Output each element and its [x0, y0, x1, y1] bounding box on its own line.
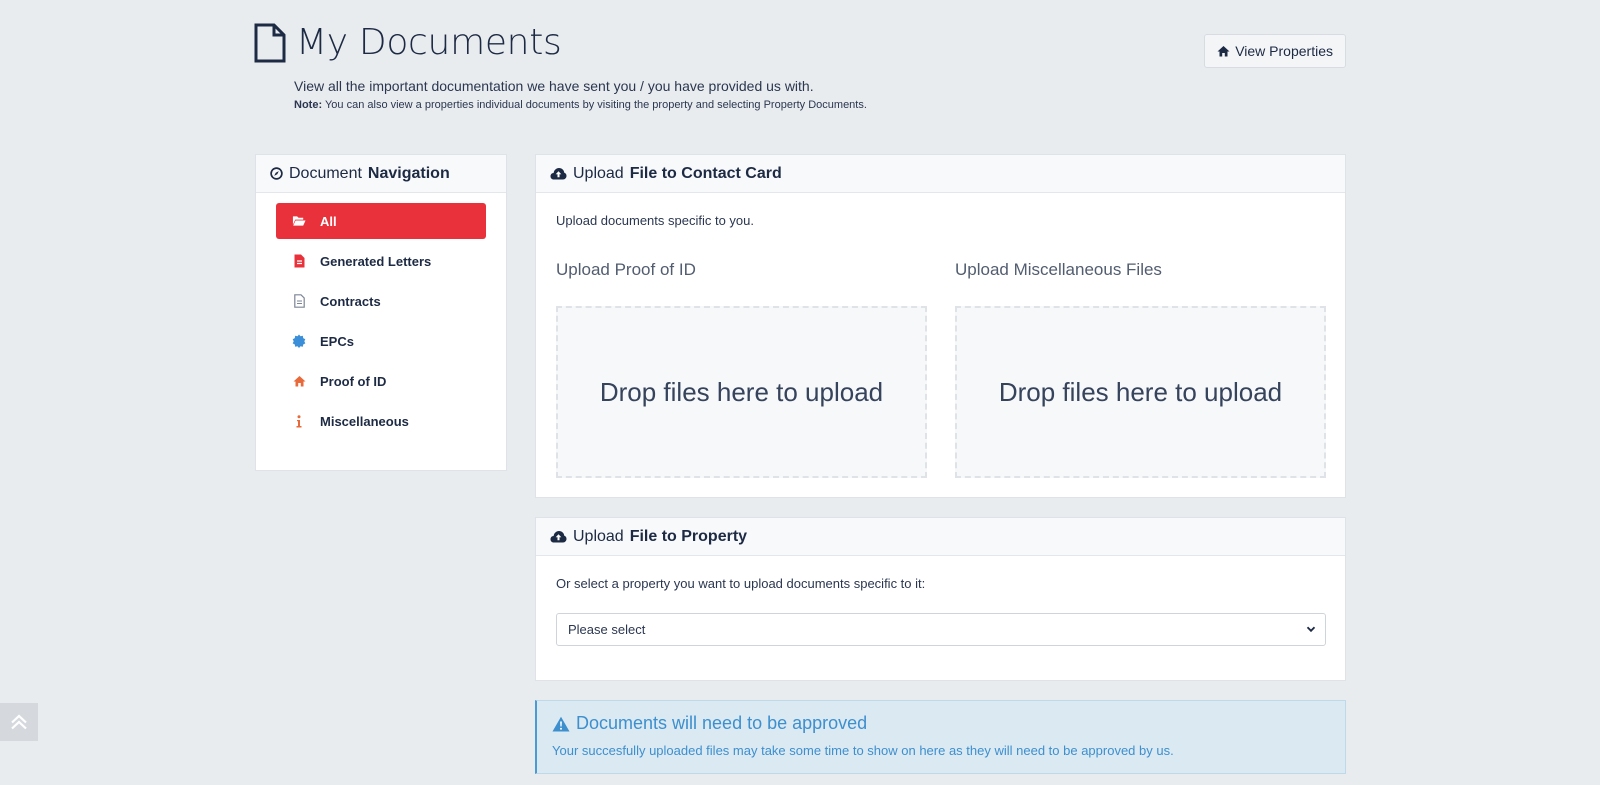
upload-contact-header: Upload File to Contact Card: [536, 155, 1345, 193]
warning-icon: [552, 716, 570, 731]
nav-item-contracts[interactable]: Contracts: [276, 283, 486, 319]
upload-property-title-light: Upload: [573, 527, 624, 545]
nav-item-label: Contracts: [320, 293, 381, 309]
nav-item-label: EPCs: [320, 333, 354, 349]
note-label: Note:: [294, 99, 323, 111]
page-title: My Documents: [296, 22, 562, 63]
document-navigation-panel: Document Navigation All Generated Letter…: [255, 154, 507, 471]
navigation-header: Document Navigation: [256, 155, 506, 193]
view-properties-label: View Properties: [1235, 43, 1333, 59]
proof-of-id-label: Upload Proof of ID: [556, 260, 696, 279]
nav-item-label: Miscellaneous: [320, 413, 409, 429]
upload-property-panel: Upload File to Property Or select a prop…: [535, 517, 1346, 681]
upload-title-bold: File to Contact Card: [629, 164, 782, 182]
upload-property-header: Upload File to Property: [536, 518, 1345, 556]
nav-item-generated-letters[interactable]: Generated Letters: [276, 243, 486, 279]
certificate-icon: [292, 334, 306, 348]
page-note: Note: You can also view a properties ind…: [294, 99, 867, 111]
compass-icon: [270, 167, 283, 180]
upload-contact-description: Upload documents specific to you.: [556, 213, 754, 228]
nav-item-label: Generated Letters: [320, 253, 432, 269]
proof-of-id-dropzone[interactable]: Drop files here to upload: [556, 306, 927, 478]
file-pdf-icon: [292, 254, 306, 268]
document-icon: [254, 23, 286, 62]
file-text-icon: [292, 294, 306, 308]
navigation-title-light: Document: [289, 164, 362, 182]
double-chevron-up-icon: [11, 714, 27, 730]
page-subtitle: View all the important documentation we …: [294, 78, 814, 94]
dropzone-text: Drop files here to upload: [998, 376, 1283, 407]
nav-item-all[interactable]: All: [276, 203, 486, 239]
chevron-down-icon: [1306, 626, 1316, 633]
upload-property-title-bold: File to Property: [629, 527, 748, 545]
note-text: You can also view a properties individua…: [324, 99, 867, 111]
upload-property-body: Or select a property you want to upload …: [536, 556, 1345, 611]
nav-item-miscellaneous[interactable]: Miscellaneous: [276, 403, 486, 439]
scroll-to-top-button[interactable]: [0, 703, 38, 741]
alert-text: Your succesfully uploaded files may take…: [552, 743, 1174, 758]
miscellaneous-label: Upload Miscellaneous Files: [955, 260, 1162, 279]
view-properties-button[interactable]: View Properties: [1204, 34, 1346, 68]
cloud-upload-icon: [550, 531, 567, 543]
alert-title-row: Documents will need to be approved: [552, 713, 1330, 734]
approval-alert: Documents will need to be approved Your …: [535, 700, 1346, 774]
info-icon: [292, 414, 306, 428]
cloud-upload-icon: [550, 168, 567, 180]
nav-item-label: Proof of ID: [320, 373, 387, 389]
navigation-title-bold: Navigation: [367, 164, 450, 182]
home-icon: [1217, 46, 1230, 57]
navigation-list: All Generated Letters Contracts EPCs Pro…: [256, 193, 506, 439]
nav-item-label: All: [320, 213, 337, 229]
folder-open-icon: [292, 214, 306, 228]
miscellaneous-dropzone[interactable]: Drop files here to upload: [955, 306, 1326, 478]
upload-property-description: Or select a property you want to upload …: [556, 576, 926, 591]
dropzone-text: Drop files here to upload: [599, 376, 884, 407]
upload-contact-body: Upload documents specific to you.: [536, 193, 1345, 248]
property-select-value: Please select: [568, 622, 646, 637]
upload-title-light: Upload: [573, 164, 624, 182]
property-select[interactable]: Please select: [556, 613, 1326, 646]
alert-title: Documents will need to be approved: [576, 713, 868, 733]
page-header: My Documents View all the important docu…: [254, 22, 1346, 122]
title-row: My Documents: [254, 22, 1346, 63]
nav-item-epcs[interactable]: EPCs: [276, 323, 486, 359]
upload-contact-card-panel: Upload File to Contact Card Upload docum…: [535, 154, 1346, 498]
home-icon: [292, 374, 306, 388]
nav-item-proof-of-id[interactable]: Proof of ID: [276, 363, 486, 399]
